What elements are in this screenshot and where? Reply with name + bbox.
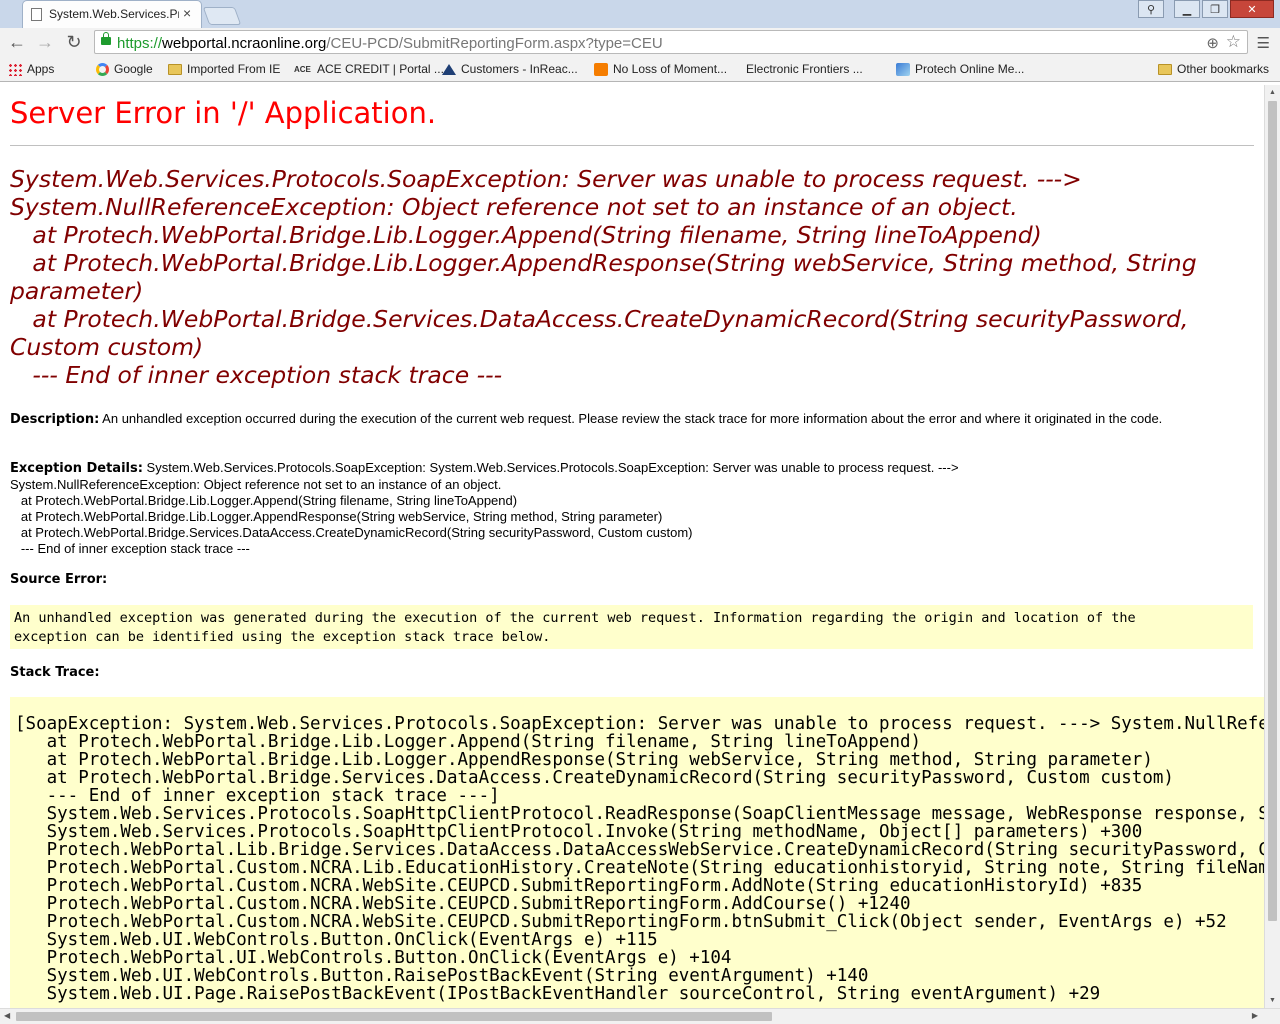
source-error-box: An unhandled exception was generated dur… bbox=[10, 605, 1253, 649]
horizontal-scroll-thumb[interactable] bbox=[16, 1012, 772, 1021]
stack-trace-line: System.Web.Services.Protocols.SoapHttpCl… bbox=[15, 822, 1143, 842]
url-text[interactable]: https://webportal.ncraonline.org/CEU-PCD… bbox=[117, 35, 663, 52]
stack-trace-line: Protech.WebPortal.UI.WebControls.Button.… bbox=[15, 948, 732, 968]
stack-trace-line: System.Web.UI.WebControls.Button.RaisePo… bbox=[15, 966, 869, 986]
stack-trace-line: --- End of inner exception stack trace -… bbox=[15, 786, 500, 806]
stack-trace-label: Stack Trace: bbox=[10, 665, 100, 680]
url-host: webportal.ncraonline.org bbox=[162, 35, 327, 52]
bookmark-label: ACE CREDIT | Portal ... bbox=[317, 62, 444, 76]
bookmark-label: No Loss of Moment... bbox=[613, 62, 728, 76]
new-tab-button[interactable] bbox=[202, 7, 242, 25]
folder-icon bbox=[1158, 63, 1172, 75]
google-icon bbox=[96, 62, 109, 76]
bookmark-other[interactable]: Other bookmarks bbox=[1158, 62, 1269, 76]
chrome-menu-icon[interactable]: ☰ bbox=[1257, 34, 1270, 52]
minimize-icon[interactable]: ▁ bbox=[1174, 0, 1200, 18]
stack-trace-line: Protech.WebPortal.Custom.NCRA.Lib.Educat… bbox=[15, 858, 1264, 878]
protech-icon bbox=[896, 62, 910, 76]
scroll-left-icon[interactable]: ◀ bbox=[4, 1011, 10, 1020]
bookmark-apps[interactable]: Apps bbox=[8, 62, 54, 76]
bookmark-google[interactable]: Google bbox=[96, 62, 153, 76]
url-scheme: https:// bbox=[117, 35, 163, 52]
page-content: Server Error in '/' Application. System.… bbox=[0, 85, 1264, 1008]
stack-trace-line: Protech.WebPortal.Lib.Bridge.Services.Da… bbox=[46, 840, 1264, 860]
bookmark-label: Google bbox=[114, 62, 153, 76]
stack-trace-line: at Protech.WebPortal.Bridge.Services.Dat… bbox=[15, 768, 1174, 788]
stack-trace-line: System.Web.UI.Page.RaisePostBackEvent(IP… bbox=[15, 984, 1101, 1004]
bookmark-label: Protech Online Me... bbox=[915, 62, 1025, 76]
description-label: Description: bbox=[10, 412, 100, 427]
exception-details-paragraph: Exception Details: System.Web.Services.P… bbox=[10, 460, 1250, 557]
vertical-scroll-thumb[interactable] bbox=[1268, 101, 1277, 921]
bookmark-electronic-frontiers[interactable]: Electronic Frontiers ... bbox=[746, 62, 863, 160]
source-error-label: Source Error: bbox=[10, 572, 108, 587]
bookmark-label: Apps bbox=[27, 62, 55, 76]
stack-trace-line: Protech.WebPortal.Custom.NCRA.WebSite.CE… bbox=[15, 894, 911, 914]
divider bbox=[10, 145, 1254, 146]
folder-icon bbox=[168, 63, 182, 75]
restore-icon[interactable]: ❐ bbox=[1202, 0, 1228, 18]
horizontal-scrollbar[interactable]: ◀ ▶ bbox=[0, 1008, 1280, 1024]
browser-toolbar: ← → ↻ https://webportal.ncraonline.org/C… bbox=[0, 28, 1280, 58]
stack-trace-line: [SoapException: System.Web.Services.Prot… bbox=[15, 714, 1264, 734]
bookmark-customers[interactable]: Customers - InReac... bbox=[442, 62, 578, 76]
user-profile-icon[interactable]: ⚲ bbox=[1138, 0, 1164, 18]
tab-title: System.Web.Services.Proto bbox=[49, 7, 179, 21]
scroll-right-icon[interactable]: ▶ bbox=[1252, 1011, 1258, 1020]
blogger-icon bbox=[594, 62, 608, 76]
description-text: An unhandled exception occurred during t… bbox=[99, 411, 1163, 426]
exception-details-label: Exception Details: bbox=[10, 461, 143, 476]
ace-icon: ACE bbox=[294, 64, 311, 74]
bookmarks-bar: Apps Google Imported From IE ACE ACE CRED… bbox=[0, 58, 1280, 160]
address-bar[interactable]: https://webportal.ncraonline.org/CEU-PCD… bbox=[94, 30, 1248, 54]
bookmark-label: Customers - InReac... bbox=[461, 62, 578, 76]
bookmark-label: Imported From IE bbox=[187, 62, 281, 76]
stack-trace-line: at Protech.WebPortal.Bridge.Lib.Logger.A… bbox=[15, 750, 1153, 770]
vertical-scrollbar[interactable]: ▲ ▼ bbox=[1264, 85, 1280, 1008]
stack-trace-box: [SoapException: System.Web.Services.Prot… bbox=[10, 697, 1264, 1008]
error-heading: System.Web.Services.Protocols.SoapExcept… bbox=[10, 165, 1197, 389]
lock-icon bbox=[101, 32, 111, 45]
tab-close-icon[interactable]: × bbox=[183, 5, 191, 21]
page-title: Server Error in '/' Application. bbox=[10, 96, 437, 130]
stack-trace-line: System.Web.Services.Protocols.SoapHttpCl… bbox=[46, 804, 1264, 824]
stack-trace-line: System.Web.UI.WebControls.Button.OnClick… bbox=[15, 930, 658, 950]
bookmark-imported-from-ie[interactable]: Imported From IE bbox=[168, 62, 280, 76]
window-controls: ⚲ ▁ ❐ ✕ bbox=[1136, 0, 1274, 20]
reload-icon[interactable]: ↻ bbox=[63, 32, 85, 53]
back-icon[interactable]: ← bbox=[6, 32, 28, 53]
apps-icon bbox=[8, 62, 22, 76]
bookmark-star-icon[interactable]: ☆ bbox=[1226, 32, 1241, 52]
tab-strip: System.Web.Services.Proto × ⚲ ▁ ❐ ✕ bbox=[0, 0, 1280, 28]
browser-tab[interactable]: System.Web.Services.Proto × bbox=[22, 0, 202, 28]
bookmark-protech[interactable]: Protech Online Me... bbox=[896, 62, 1024, 76]
page-favicon-icon bbox=[31, 8, 42, 21]
bookmark-label: Electronic Frontiers ... bbox=[746, 62, 863, 76]
bookmark-label: Other bookmarks bbox=[1177, 62, 1270, 76]
stack-trace-line: Protech.WebPortal.Custom.NCRA.WebSite.CE… bbox=[15, 912, 1227, 932]
scroll-up-icon[interactable]: ▲ bbox=[1269, 89, 1276, 96]
description-paragraph: Description: An unhandled exception occu… bbox=[10, 411, 1250, 428]
mountain-icon bbox=[442, 63, 456, 75]
stack-trace-line: at Protech.WebPortal.Bridge.Lib.Logger.A… bbox=[15, 732, 922, 752]
bookmark-no-loss[interactable]: No Loss of Moment... bbox=[594, 62, 727, 76]
scroll-down-icon[interactable]: ▼ bbox=[1269, 997, 1276, 1004]
exception-details-text: System.Web.Services.Protocols.SoapExcept… bbox=[10, 460, 959, 556]
bookmark-ace-credit[interactable]: ACE ACE CREDIT | Portal ... bbox=[294, 62, 444, 76]
forward-icon[interactable]: → bbox=[34, 32, 56, 53]
zoom-icon[interactable]: ⊕ bbox=[1206, 34, 1219, 52]
close-window-icon[interactable]: ✕ bbox=[1230, 0, 1274, 18]
url-path: /CEU-PCD/SubmitReportingForm.aspx?type=C… bbox=[326, 35, 663, 52]
stack-trace-line: Protech.WebPortal.Custom.NCRA.WebSite.CE… bbox=[15, 876, 1143, 896]
